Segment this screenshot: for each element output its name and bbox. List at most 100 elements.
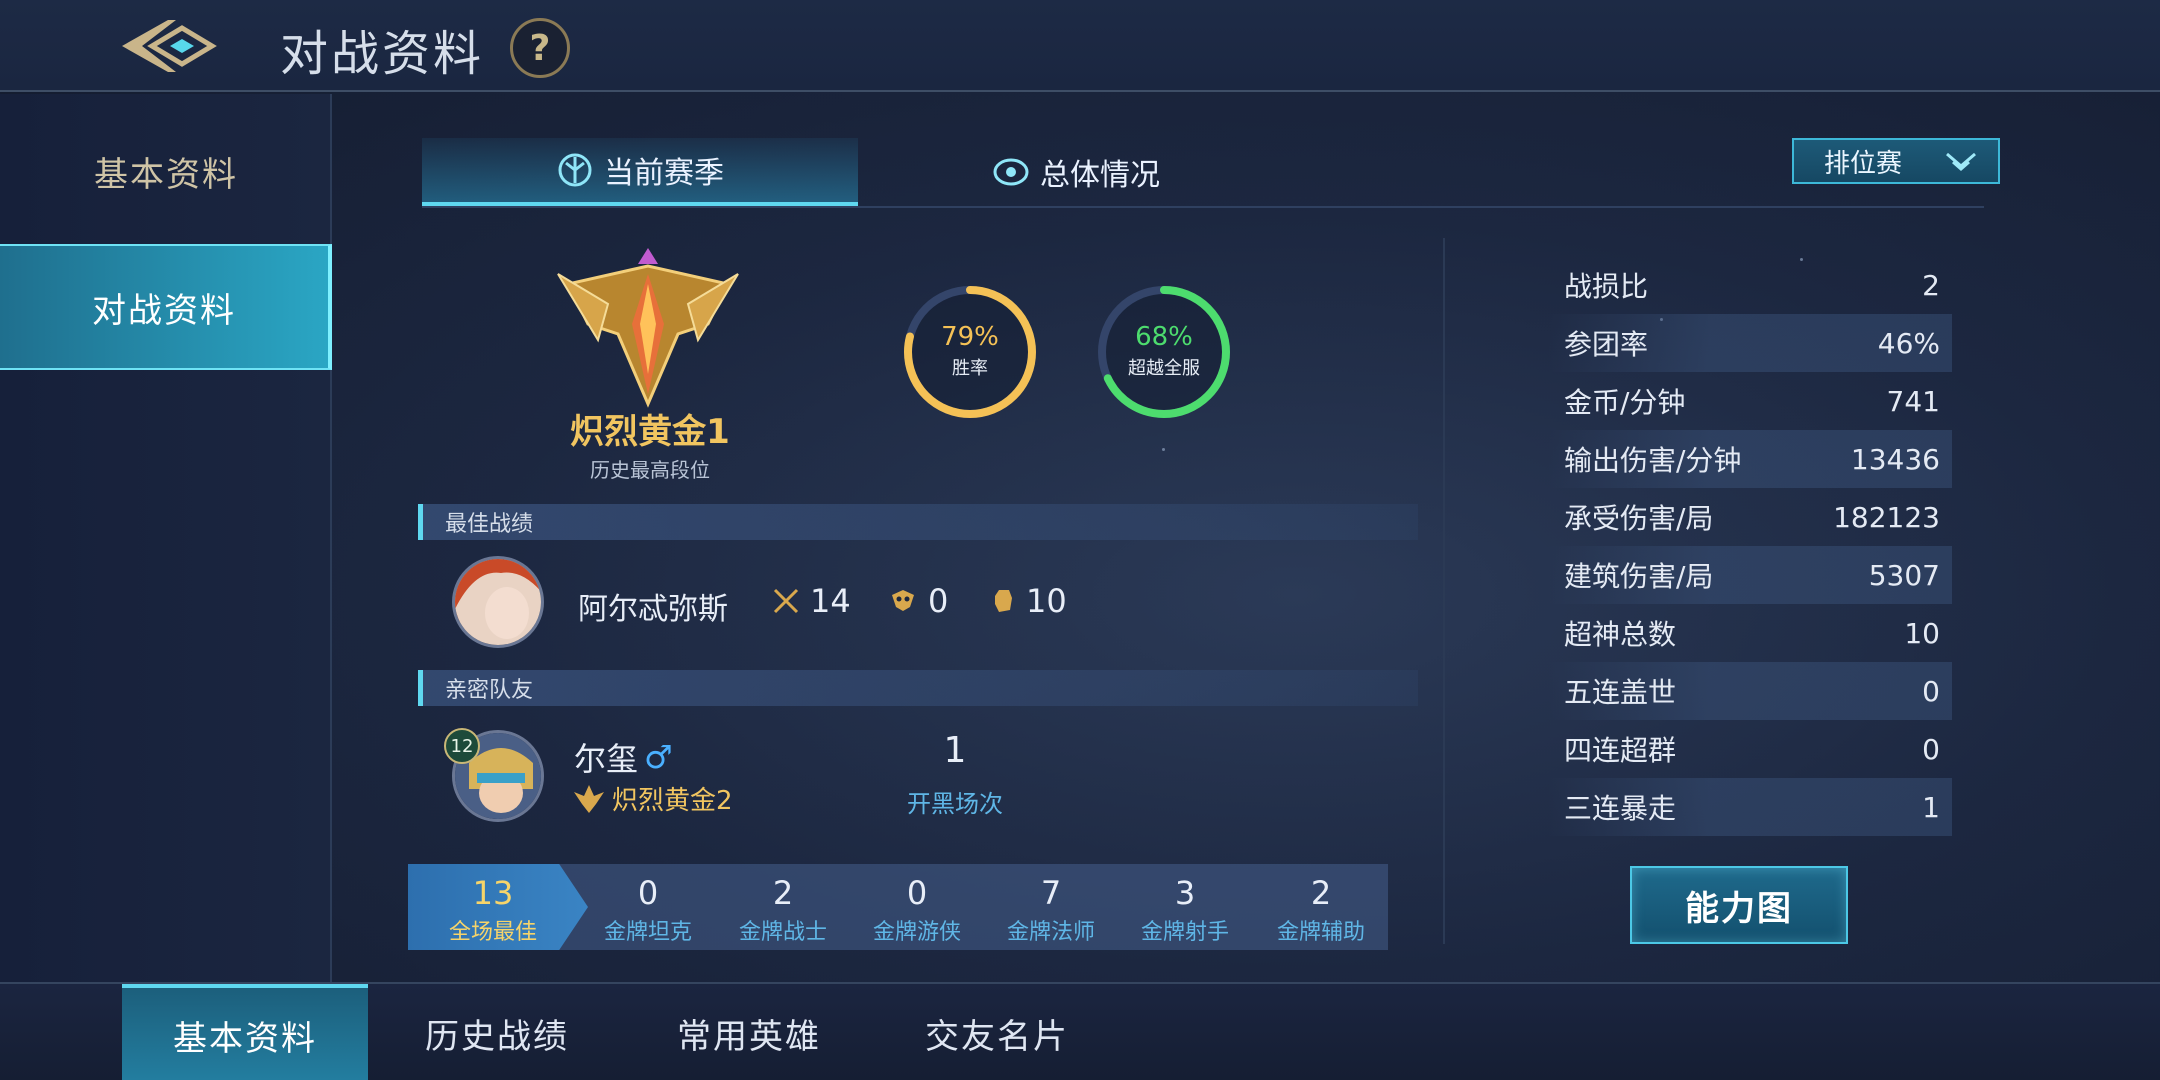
medal-label: 金牌辅助 bbox=[1276, 920, 1365, 945]
stat-value: 182123 bbox=[1833, 500, 1940, 534]
best-record-header: 最佳战绩 bbox=[418, 504, 1418, 540]
games-together-label: 开黑场次 bbox=[907, 790, 1003, 818]
stat-label: 承受伤害/局 bbox=[1564, 502, 1714, 535]
surpass-value: 68% bbox=[1135, 322, 1193, 352]
fist-icon bbox=[995, 590, 1012, 612]
stat-label: 五连盖世 bbox=[1564, 676, 1677, 709]
back-button[interactable] bbox=[118, 16, 228, 76]
chevron-down-icon bbox=[1946, 152, 1976, 171]
sidebar-item-battle-info[interactable]: 对战资料 bbox=[0, 244, 332, 370]
stat-row: 四连超群 0 bbox=[1548, 720, 1952, 778]
season-emblem-icon bbox=[558, 153, 592, 187]
stat-value: 2 bbox=[1922, 268, 1940, 302]
stat-value: 741 bbox=[1886, 384, 1940, 418]
stat-row: 金币/分钟 741 bbox=[1548, 372, 1952, 430]
assists-stat: 10 bbox=[990, 582, 1067, 620]
stat-row: 三连暴走 1 bbox=[1548, 778, 1952, 836]
back-arrow-icon bbox=[122, 20, 217, 72]
medal-warrior[interactable]: 2 金牌战士 bbox=[718, 864, 848, 950]
medal-count: 0 bbox=[906, 874, 928, 912]
bottom-tab-label: 交友名片 bbox=[925, 1016, 1069, 1057]
help-button[interactable]: ? bbox=[510, 18, 570, 78]
medal-summary-bar: 13 全场最佳 0 金牌坦克 2 金牌战士 0 金牌游侠 7 金牌法师 3 金牌… bbox=[408, 864, 1388, 950]
crossed-swords-icon bbox=[773, 588, 799, 614]
stat-label: 战损比 bbox=[1564, 270, 1649, 303]
sidebar-item-label: 基本资料 bbox=[94, 154, 238, 195]
stat-row: 建筑伤害/局 5307 bbox=[1548, 546, 1952, 604]
background-speck bbox=[1162, 448, 1165, 451]
stat-value: 1 bbox=[1922, 790, 1940, 824]
stat-row: 输出伤害/分钟 13436 bbox=[1548, 430, 1952, 488]
stat-value: 5307 bbox=[1868, 558, 1940, 592]
medal-count: 0 bbox=[637, 874, 659, 912]
ability-chart-button[interactable]: 能力图 bbox=[1630, 866, 1848, 944]
stat-label: 金币/分钟 bbox=[1564, 386, 1686, 419]
section-title: 亲密队友 bbox=[445, 678, 534, 703]
section-title: 最佳战绩 bbox=[445, 512, 534, 537]
stats-list: 战损比 2 参团率 46% 金币/分钟 741 输出伤害/分钟 13436 承受伤害/局… bbox=[1548, 256, 1952, 836]
medal-label: 金牌游侠 bbox=[872, 920, 961, 945]
tab-overall[interactable]: 总体情况 bbox=[858, 138, 1294, 206]
male-gender-icon: ♂ bbox=[644, 738, 673, 776]
medal-count: 3 bbox=[1174, 874, 1196, 912]
top-bar: 对战资料 ? bbox=[0, 0, 2160, 92]
stat-value: 10 bbox=[1904, 616, 1940, 650]
rank-crest-icon bbox=[574, 784, 604, 813]
stat-row: 参团率 46% bbox=[1548, 314, 1952, 372]
surpass-ring: 68% 超越全服 bbox=[1094, 282, 1234, 422]
overall-emblem-icon bbox=[993, 158, 1029, 186]
ability-chart-label: 能力图 bbox=[1685, 888, 1793, 929]
medal-label: 金牌战士 bbox=[738, 920, 827, 945]
assists-value: 10 bbox=[1026, 582, 1067, 620]
bottom-tab-label: 历史战绩 bbox=[425, 1016, 569, 1057]
teammate-name: 尔玺 bbox=[574, 740, 639, 778]
teammate-rank-row: 炽烈黄金2 bbox=[572, 780, 733, 817]
stat-row: 承受伤害/局 182123 bbox=[1548, 488, 1952, 546]
surpass-label: 超越全服 bbox=[1128, 358, 1200, 379]
kills-value: 14 bbox=[810, 582, 851, 620]
medal-count: 7 bbox=[1040, 874, 1062, 912]
tab-label: 总体情况 bbox=[1040, 158, 1160, 193]
stat-value: 46% bbox=[1877, 326, 1940, 360]
medal-assassin[interactable]: 0 金牌游侠 bbox=[852, 864, 982, 950]
medal-mvp[interactable]: 13 全场最佳 bbox=[428, 864, 558, 950]
skull-icon bbox=[892, 590, 914, 611]
deaths-value: 0 bbox=[928, 582, 949, 620]
medal-count: 2 bbox=[1310, 874, 1332, 912]
teammate-name-row: 尔玺 ♂ bbox=[574, 734, 673, 780]
bottom-tab-basic-info[interactable]: 基本资料 bbox=[122, 984, 368, 1080]
teammate-level-badge: 12 bbox=[444, 728, 480, 764]
sidebar-item-basic-info[interactable]: 基本资料 bbox=[0, 108, 332, 234]
mode-select-value: 排位赛 bbox=[1824, 148, 1903, 179]
best-record-hero-name: 阿尔忒弥斯 bbox=[578, 592, 728, 627]
teammate-rank: 炽烈黄金2 bbox=[612, 786, 733, 816]
stat-label: 三连暴走 bbox=[1564, 792, 1677, 825]
close-teammate-header: 亲密队友 bbox=[418, 670, 1418, 706]
highest-rank-name: 炽烈黄金1 bbox=[570, 412, 730, 452]
medal-support[interactable]: 2 金牌辅助 bbox=[1256, 864, 1386, 950]
bottom-tab-label: 常用英雄 bbox=[677, 1016, 821, 1057]
best-record-hero-avatar[interactable] bbox=[452, 556, 544, 648]
medal-mage[interactable]: 7 金牌法师 bbox=[986, 864, 1116, 950]
stat-value: 0 bbox=[1922, 674, 1940, 708]
rank-emblem-icon bbox=[557, 248, 739, 408]
winrate-value: 79% bbox=[941, 322, 999, 352]
help-icon: ? bbox=[529, 27, 551, 69]
sidebar-item-label: 对战资料 bbox=[92, 290, 236, 331]
medal-label: 金牌坦克 bbox=[603, 920, 692, 945]
medal-count: 2 bbox=[772, 874, 794, 912]
games-together-count: 1 bbox=[943, 730, 967, 771]
bottom-tab-match-history[interactable]: 历史战绩 bbox=[374, 984, 620, 1080]
tab-label: 当前赛季 bbox=[604, 156, 724, 191]
mode-select[interactable]: 排位赛 bbox=[1792, 138, 2000, 184]
sidebar: 基本资料 对战资料 bbox=[0, 94, 332, 982]
stat-value: 13436 bbox=[1850, 442, 1940, 476]
bottom-tab-friend-card[interactable]: 交友名片 bbox=[874, 984, 1120, 1080]
bottom-tab-frequent-heroes[interactable]: 常用英雄 bbox=[626, 984, 872, 1080]
season-tabs: 当前赛季 总体情况 bbox=[422, 138, 1984, 208]
medal-tank[interactable]: 0 金牌坦克 bbox=[583, 864, 713, 950]
medal-marksman[interactable]: 3 金牌射手 bbox=[1120, 864, 1250, 950]
highest-rank-caption: 历史最高段位 bbox=[590, 458, 710, 482]
tab-current-season[interactable]: 当前赛季 bbox=[422, 138, 858, 206]
content-divider bbox=[1443, 238, 1445, 944]
